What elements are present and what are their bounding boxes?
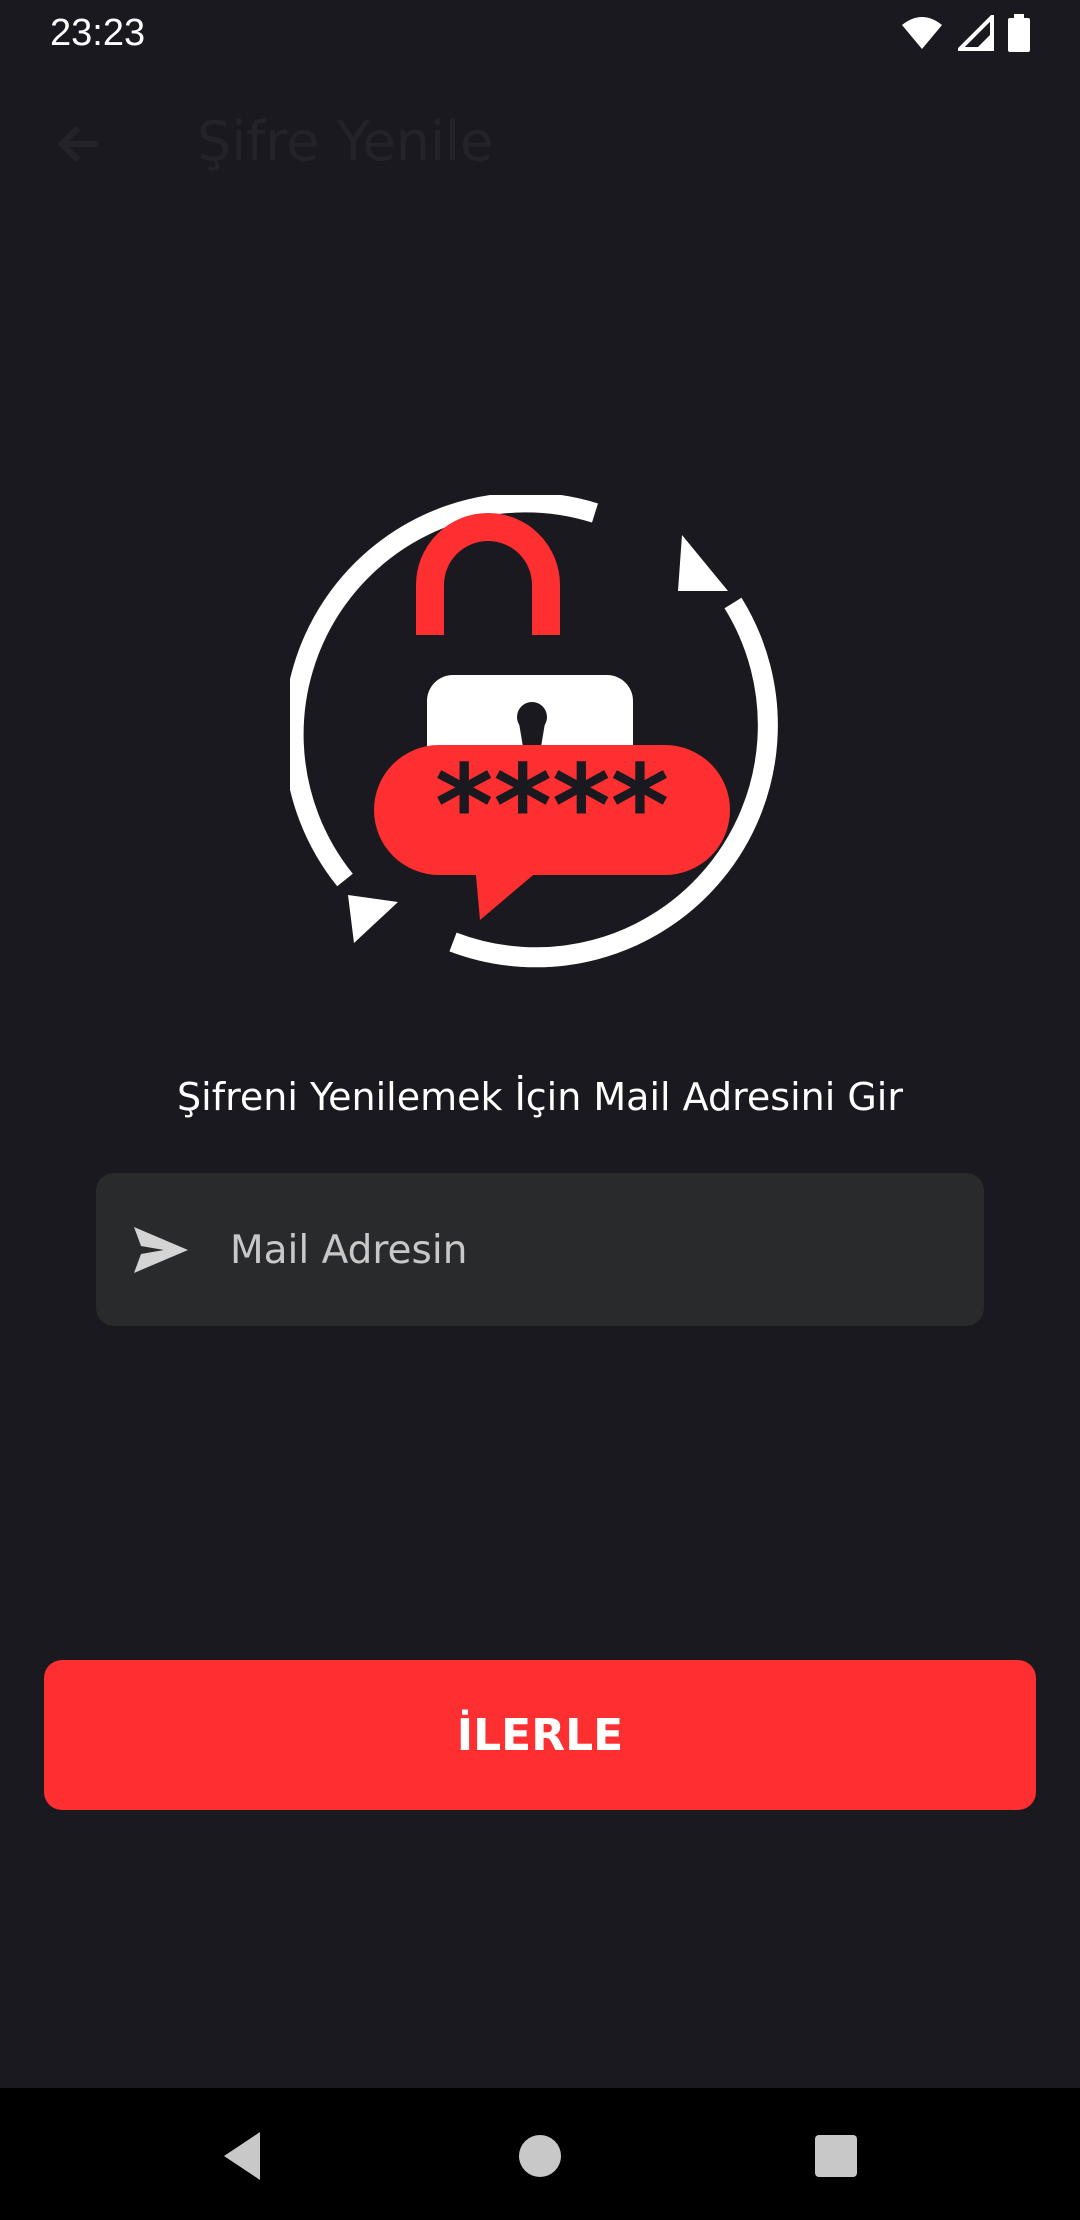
status-bar: 23:23	[0, 0, 1080, 66]
status-time: 23:23	[50, 12, 146, 54]
email-field-container[interactable]	[96, 1173, 984, 1328]
instruction-text: Şifreni Yenilemek İçin Mail Adresini Gir	[177, 1075, 903, 1119]
next-button[interactable]: İLERLE	[44, 1660, 1036, 1810]
wifi-icon	[902, 17, 942, 49]
app-bar: Şifre Yenile	[0, 66, 1080, 226]
battery-icon	[1008, 14, 1030, 52]
nav-home-icon[interactable]	[512, 2128, 568, 2184]
nav-back-icon[interactable]	[216, 2128, 272, 2184]
lock-refresh-illustration: ****	[290, 495, 778, 968]
send-icon	[134, 1227, 188, 1273]
back-arrow-icon[interactable]	[52, 116, 108, 172]
system-nav-bar	[0, 2088, 1080, 2220]
nav-recents-icon[interactable]	[808, 2128, 864, 2184]
email-input[interactable]	[228, 1173, 962, 1328]
hero-asterisks: ****	[435, 742, 669, 872]
status-icons	[900, 14, 1030, 52]
signal-icon	[958, 15, 994, 51]
page-title: Şifre Yenile	[197, 110, 494, 173]
